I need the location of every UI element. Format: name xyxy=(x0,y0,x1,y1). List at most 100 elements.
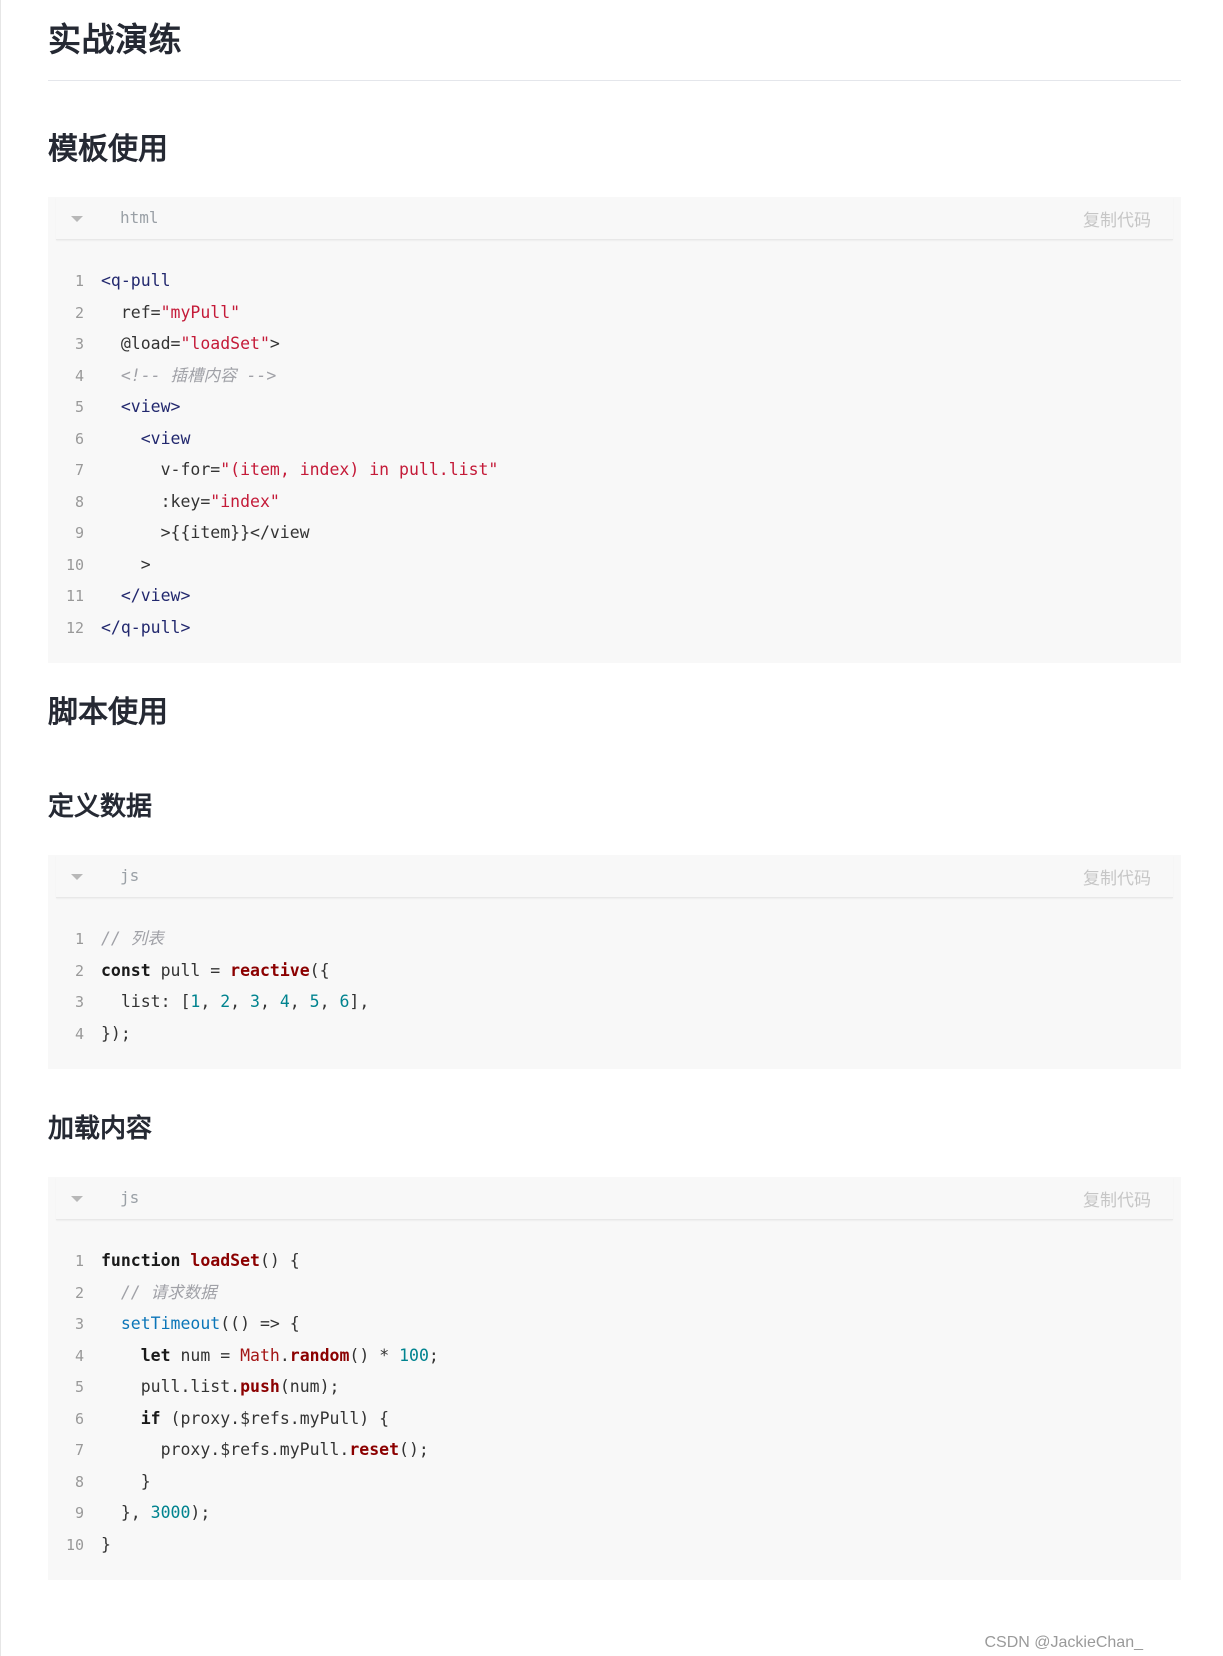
code-line: 5 pull.list.push(num); xyxy=(48,1371,1181,1403)
code-token: , xyxy=(259,992,280,1011)
code-token: (proxy.$refs.myPull) { xyxy=(160,1408,390,1428)
heading-define-data: 定义数据 xyxy=(48,792,153,822)
copy-code-button[interactable]: 复制代码 xyxy=(1083,864,1151,889)
code-token: random xyxy=(289,1345,350,1365)
line-number: 1 xyxy=(74,1252,84,1270)
code-language-label: js xyxy=(120,1188,140,1207)
code-token: 3000 xyxy=(150,1503,191,1522)
code-token: }); xyxy=(101,1023,131,1043)
code-line: 8 } xyxy=(48,1466,1181,1498)
code-token: @load= xyxy=(101,334,181,353)
code-token: } xyxy=(101,1471,151,1491)
line-number: 4 xyxy=(74,366,84,385)
code-token: . xyxy=(279,1345,290,1365)
code-line: 9 }, 3000); xyxy=(48,1497,1181,1529)
line-number: 11 xyxy=(65,587,84,605)
heading-load-content: 加载内容 xyxy=(48,1114,153,1144)
copy-code-button[interactable]: 复制代码 xyxy=(1083,1186,1151,1211)
code-language-label: html xyxy=(120,208,159,227)
line-number: 5 xyxy=(74,1378,84,1396)
code-line: 6 if (proxy.$refs.myPull) { xyxy=(48,1403,1181,1435)
code-block-header: js 复制代码 xyxy=(56,855,1173,898)
code-token: </view> xyxy=(101,586,191,605)
line-number: 3 xyxy=(74,335,84,353)
code-block-js-load: js 复制代码 1 function loadSet() {2 // 请求数据 3 … xyxy=(48,1177,1181,1580)
code-block-html: html 复制代码 1 <q-pull 2 ref="myPull" 3 @load=… xyxy=(48,197,1181,663)
line-number: 7 xyxy=(74,461,84,479)
code-token: let xyxy=(140,1345,171,1365)
code-line: 10 > xyxy=(48,549,1181,581)
code-token: 6 xyxy=(339,992,350,1011)
code-token: reactive xyxy=(230,960,310,980)
code-line: 3 setTimeout(() => { xyxy=(48,1308,1181,1340)
code-token: () { xyxy=(259,1251,300,1270)
code-token: ; xyxy=(428,1345,439,1365)
line-number: 5 xyxy=(74,398,84,416)
code-line: 2 // 请求数据 xyxy=(48,1277,1181,1309)
code-line: 10} xyxy=(48,1529,1181,1561)
page-title: 实战演练 xyxy=(48,20,182,59)
code-token: ref= xyxy=(101,302,161,322)
code-token: pull.list. xyxy=(101,1377,241,1396)
line-number: 10 xyxy=(65,555,84,574)
code-token: proxy.$refs.myPull. xyxy=(101,1440,350,1459)
code-token: pull = xyxy=(150,960,231,980)
code-line: 2 const pull = reactive({ xyxy=(48,955,1181,987)
code-token: ({ xyxy=(309,960,330,980)
line-number: 2 xyxy=(74,1283,84,1302)
code-token: function xyxy=(101,1251,181,1270)
code-token: >{{item}}</view xyxy=(101,523,310,542)
code-block-header: js 复制代码 xyxy=(56,1177,1173,1220)
code-token: (); xyxy=(399,1440,429,1459)
code-token: } xyxy=(101,1534,111,1554)
code-token: ); xyxy=(190,1503,211,1522)
code-token: , xyxy=(200,992,221,1011)
code-token: , xyxy=(289,992,310,1011)
code-line: 4}); xyxy=(48,1018,1181,1050)
collapse-caret-icon[interactable] xyxy=(71,874,83,880)
line-number: 1 xyxy=(74,930,84,948)
line-number: 10 xyxy=(65,1535,84,1554)
code-token: > xyxy=(269,334,280,353)
code-token: </q-pull> xyxy=(101,617,191,637)
code-line: 2 ref="myPull" xyxy=(48,297,1181,329)
code-line: 11 </view> xyxy=(48,580,1181,612)
code-line: 1 function loadSet() { xyxy=(48,1245,1181,1277)
code-token: > xyxy=(101,554,151,574)
line-number: 9 xyxy=(74,1504,84,1522)
code-language-label: js xyxy=(120,866,140,885)
line-number: 1 xyxy=(74,272,84,290)
code-block-header: html 复制代码 xyxy=(56,197,1173,240)
code-line: 1 // 列表 xyxy=(48,923,1181,955)
code-token: (num); xyxy=(279,1377,340,1396)
title-divider xyxy=(48,80,1181,81)
line-number: 9 xyxy=(74,524,84,542)
code-token: // 列表 xyxy=(101,929,164,948)
code-line: 9 >{{item}}</view xyxy=(48,517,1181,549)
code-token: <!-- 插槽内容 --> xyxy=(101,365,277,385)
copy-code-button[interactable]: 复制代码 xyxy=(1083,206,1151,231)
code-token: "loadSet" xyxy=(180,334,270,353)
code-token: Math xyxy=(240,1345,280,1365)
code-token: 1 xyxy=(190,992,201,1011)
code-token: 5 xyxy=(309,992,320,1011)
code-token: 3 xyxy=(250,992,260,1011)
heading-template-usage: 模板使用 xyxy=(48,132,168,167)
collapse-caret-icon[interactable] xyxy=(71,216,83,222)
line-number: 2 xyxy=(74,961,84,980)
code-token: list: [ xyxy=(101,992,191,1011)
code-line: 3 @load="loadSet"> xyxy=(48,328,1181,360)
code-line: 4 let num = Math.random() * 100; xyxy=(48,1340,1181,1372)
code-line: 7 proxy.$refs.myPull.reset(); xyxy=(48,1434,1181,1466)
code-token: <q-pull xyxy=(101,271,171,290)
code-token: () * xyxy=(349,1345,400,1365)
code-token: v-for= xyxy=(101,460,221,479)
code-token: , xyxy=(319,992,340,1011)
code-token: setTimeout xyxy=(120,1314,221,1333)
code-token: (() => { xyxy=(220,1314,300,1333)
code-token: "index" xyxy=(210,491,280,511)
collapse-caret-icon[interactable] xyxy=(71,1196,83,1202)
